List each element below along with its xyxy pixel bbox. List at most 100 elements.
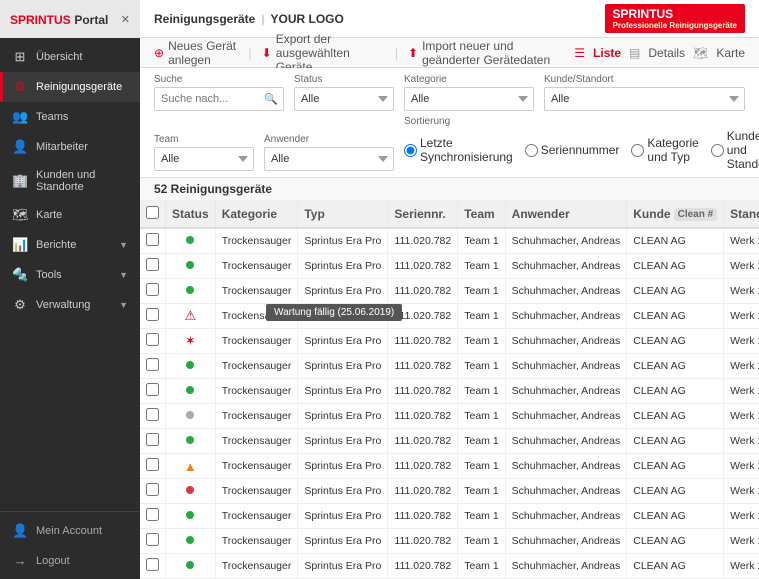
customer-label: Kunde/Standort <box>544 74 745 85</box>
category-select[interactable]: Alle <box>404 87 534 111</box>
row-checkbox[interactable] <box>146 358 159 371</box>
sidebar-item-account[interactable]: 👤 Mein Account <box>0 516 140 546</box>
row-checkbox[interactable] <box>146 258 159 271</box>
header-status[interactable]: Status <box>166 201 216 228</box>
header-checkbox[interactable] <box>140 201 166 228</box>
filter-status-group: Status Alle <box>294 74 394 111</box>
header-user[interactable]: Anwender <box>505 201 627 228</box>
chevron-down-icon: ▼ <box>119 270 128 280</box>
sidebar-close-icon[interactable]: ✕ <box>121 13 130 26</box>
status-green-dot <box>186 286 194 294</box>
location-cell: Werk 1A <box>724 279 759 304</box>
category-cell: Trockensauger <box>215 479 298 504</box>
sidebar-item-teams[interactable]: 👥 Teams <box>0 102 140 132</box>
user-cell: Schuhmacher, Andreas <box>505 379 627 404</box>
header-type[interactable]: Typ <box>298 201 388 228</box>
serial-cell: 111.020.782 <box>388 479 458 504</box>
header-location[interactable]: Standort <box>724 201 759 228</box>
sidebar-logo: SPRINTUS Portal ✕ <box>0 0 140 38</box>
map-icon: 🗺 <box>12 207 28 223</box>
type-cell: Sprintus Era Pro <box>298 254 388 279</box>
sidebar-item-label: Kunden und Standorte <box>36 169 128 193</box>
header-team[interactable]: Team <box>458 201 505 228</box>
user-label: Anwender <box>264 134 394 145</box>
header-serial[interactable]: Seriennr. <box>388 201 458 228</box>
row-checkbox-cell <box>140 479 166 504</box>
row-checkbox[interactable] <box>146 408 159 421</box>
sort-sync-radio[interactable] <box>404 144 417 157</box>
sort-sync-label[interactable]: Letzte Synchronisierung <box>404 136 513 164</box>
row-checkbox[interactable] <box>146 308 159 321</box>
view-details-button[interactable]: Details <box>648 46 685 60</box>
type-cell: Sprintus Era Pro <box>298 479 388 504</box>
row-checkbox[interactable] <box>146 483 159 496</box>
row-checkbox-cell <box>140 329 166 354</box>
row-checkbox[interactable] <box>146 383 159 396</box>
sidebar-item-label: Logout <box>36 555 70 567</box>
user-cell: Schuhmacher, Andreas <box>505 329 627 354</box>
team-cell: Team 1 <box>458 554 505 579</box>
row-checkbox[interactable] <box>146 233 159 246</box>
sort-serial-radio[interactable] <box>525 144 538 157</box>
sidebar-item-logout[interactable]: → Logout <box>0 546 140 575</box>
team-cell: Team 1 <box>458 529 505 554</box>
count-bar: 52 Reinigungsgeräte <box>140 178 759 201</box>
row-checkbox[interactable] <box>146 558 159 571</box>
sidebar-item-berichte[interactable]: 📊 Berichte ▼ <box>0 230 140 260</box>
header-client[interactable]: Kunde Clean # <box>627 201 724 228</box>
header-category[interactable]: Kategorie <box>215 201 298 228</box>
sort-serial-label[interactable]: Seriennummer <box>525 143 620 157</box>
table-row: Trockensauger Sprintus Era Pro 111.020.7… <box>140 529 759 554</box>
filters-panel: Suche 🔍 Status Alle Kategorie Alle Kun <box>140 68 759 178</box>
sidebar-item-karte[interactable]: 🗺 Karte <box>0 200 140 230</box>
location-cell: Werk 1A <box>724 228 759 254</box>
user-select[interactable]: Alle <box>264 147 394 171</box>
map-icon: 🗺 <box>693 46 708 60</box>
row-checkbox[interactable] <box>146 283 159 296</box>
row-checkbox[interactable] <box>146 433 159 446</box>
team-cell: Team 1 <box>458 304 505 329</box>
sort-options: Letzte Synchronisierung Seriennummer Kat… <box>404 129 759 171</box>
sidebar-item-verwaltung[interactable]: ⚙ Verwaltung ▼ <box>0 290 140 320</box>
row-checkbox[interactable] <box>146 333 159 346</box>
view-map-button[interactable]: Karte <box>716 46 745 60</box>
serial-cell: 111.020.782 <box>388 454 458 479</box>
sort-cattype-label[interactable]: Kategorie und Typ <box>631 136 698 164</box>
row-checkbox[interactable] <box>146 533 159 546</box>
client-cell: CLEAN AG <box>627 304 724 329</box>
sort-label: Sortierung <box>404 116 759 127</box>
sort-cattype-radio[interactable] <box>631 144 644 157</box>
import-button[interactable]: ⬆ Import neuer und geänderter Gerätedate… <box>408 39 564 67</box>
sidebar-item-uebersicht[interactable]: ⊞ Übersicht <box>0 42 140 72</box>
sort-custloc-radio[interactable] <box>711 144 724 157</box>
user-cell: Schuhmacher, Andreas <box>505 279 627 304</box>
team-cell: Team 1 <box>458 354 505 379</box>
view-list-button[interactable]: Liste <box>593 46 621 60</box>
team-select[interactable]: Alle <box>154 147 254 171</box>
sidebar-item-reinigungsgeraete[interactable]: ⚙ Reinigungsgeräte <box>0 72 140 102</box>
sidebar-item-label: Übersicht <box>36 51 82 63</box>
sidebar-item-label: Reinigungsgeräte <box>36 81 122 93</box>
status-select[interactable]: Alle <box>294 87 394 111</box>
user-cell: Schuhmacher, Andreas <box>505 504 627 529</box>
sidebar-item-kunden[interactable]: 🏢 Kunden und Standorte <box>0 162 140 200</box>
sort-custloc-label[interactable]: Kunde und Standort <box>711 129 759 171</box>
device-icon: ⚙ <box>12 79 28 95</box>
new-device-button[interactable]: ⊕ Neues Gerät anlegen <box>154 39 239 67</box>
row-checkbox[interactable] <box>146 458 159 471</box>
customer-select[interactable]: Alle <box>544 87 745 111</box>
grid-icon: ⊞ <box>12 49 28 65</box>
sidebar-item-mitarbeiter[interactable]: 👤 Mitarbeiter <box>0 132 140 162</box>
sidebar-item-tools[interactable]: 🔩 Tools ▼ <box>0 260 140 290</box>
row-checkbox-cell <box>140 454 166 479</box>
row-checkbox[interactable] <box>146 508 159 521</box>
select-all-checkbox[interactable] <box>146 206 159 219</box>
location-cell: Werk 1B <box>724 354 759 379</box>
table-row: Trockensauger Sprintus Era Pro 111.020.7… <box>140 228 759 254</box>
type-cell: Sprintus Era Pro <box>298 279 388 304</box>
device-count: 52 Reinigungsgeräte <box>154 182 272 196</box>
client-cell: CLEAN AG <box>627 479 724 504</box>
team-cell: Team 1 <box>458 479 505 504</box>
status-red-dot <box>186 486 194 494</box>
location-cell: Werk 1B <box>724 479 759 504</box>
